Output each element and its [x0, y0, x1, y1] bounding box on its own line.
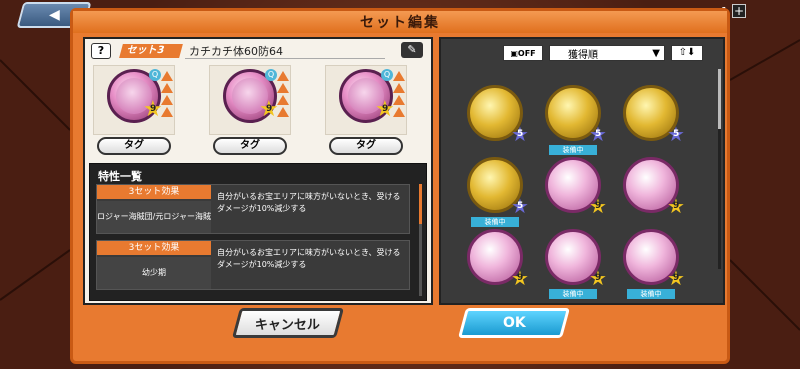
- medal-rank: 5: [673, 129, 680, 139]
- trait-description: 自分がいるお宝エリアに味方がいないとき、受けるダメージが10%減少する: [217, 192, 401, 213]
- help-button[interactable]: ?: [91, 43, 111, 59]
- badge-q-icon: Q: [265, 69, 277, 81]
- medal-rank: 9: [595, 201, 602, 211]
- badge-q-icon: Q: [381, 69, 393, 81]
- equipped-badge: 装備中: [627, 289, 675, 299]
- set-name: カチカチ体60防64: [189, 45, 283, 58]
- sort-value: 獲得順: [568, 49, 598, 61]
- name-underline: [185, 58, 385, 59]
- medal-rank: 9: [266, 104, 273, 114]
- medal-rank: 9: [150, 104, 157, 114]
- pencil-icon[interactable]: ✎: [401, 42, 423, 58]
- equipped-badge: 装備中: [471, 217, 519, 227]
- bookmark-icon: ▣: [510, 48, 518, 58]
- medal-rank: 9: [595, 273, 602, 283]
- triangle-icons: [393, 71, 407, 119]
- triangle-icons: [277, 71, 291, 119]
- traits-title: 特性一覧: [98, 170, 142, 183]
- chevron-down-icon: ▼: [652, 47, 660, 59]
- trait-description: 自分がいるお宝エリアに味方がいないとき、受けるダメージが10%減少する: [217, 248, 401, 269]
- medal-rank: 5: [517, 201, 524, 211]
- filter-toggle[interactable]: ▣ OFF: [503, 45, 543, 61]
- medal-slot-2[interactable]: Q ★ 9 タグ: [209, 65, 291, 159]
- sort-order-button[interactable]: ⇧⬇: [671, 45, 703, 61]
- trait-effect-label: 3セット効果: [97, 241, 211, 255]
- set-number-label: セット3: [119, 44, 183, 58]
- badge-q-icon: Q: [149, 69, 161, 81]
- window-title: セット編集: [360, 15, 440, 31]
- medal-rank: 9: [673, 201, 680, 211]
- medal-slot-1[interactable]: Q ★ 9 タグ: [93, 65, 175, 159]
- filter-bar: ▣ OFF 獲得順 ▼ ⇧⬇: [503, 43, 723, 63]
- medal-slot-3[interactable]: Q ★ 9 タグ: [325, 65, 407, 159]
- medal-rank: 9: [382, 104, 389, 114]
- triangle-icons: [161, 71, 175, 119]
- medal-list-panel: ▣ OFF 獲得順 ▼ ⇧⬇ ★ 5 ★ 5 装備中 ★ 5 ★ 5 装備中 ★…: [439, 37, 725, 305]
- set-panel: ? セット3 カチカチ体60防64 ✎ Q ★ 9 タグ Q ★ 9 タグ Q …: [83, 37, 433, 305]
- equipped-badge: 装備中: [549, 145, 597, 155]
- plus-icon[interactable]: +: [732, 4, 746, 18]
- tag-button[interactable]: タグ: [97, 137, 171, 155]
- cancel-label: キャンセル: [255, 317, 321, 333]
- tag-button[interactable]: タグ: [213, 137, 287, 155]
- filter-toggle-label: OFF: [517, 48, 536, 58]
- trait-group: 幼少期: [97, 257, 211, 289]
- medal-rank: 5: [517, 129, 524, 139]
- medal-rank: 9: [517, 273, 524, 283]
- back-arrow-icon: ◀: [48, 7, 60, 23]
- trait-effect-label: 3セット効果: [97, 185, 211, 199]
- traits-panel: 特性一覧 3セット効果 ロジャー海賊団/元ロジャー海賊団 自分がいるお宝エリアに…: [89, 163, 427, 301]
- title-bar: セット編集: [73, 11, 727, 33]
- trait-row: 3セット効果 幼少期 自分がいるお宝エリアに味方がいないとき、受けるダメージが1…: [96, 240, 410, 290]
- set-edit-window: セット編集 ? セット3 カチカチ体60防64 ✎ Q ★ 9 タグ Q ★ 9…: [70, 8, 730, 364]
- ok-button[interactable]: OK: [457, 308, 571, 338]
- traits-scroll-thumb[interactable]: [419, 184, 422, 224]
- tag-button[interactable]: タグ: [329, 137, 403, 155]
- medal-rank: 5: [595, 129, 602, 139]
- medal-list-scroll-thumb[interactable]: [718, 69, 721, 129]
- cancel-button[interactable]: キャンセル: [231, 308, 345, 338]
- equipped-badge: 装備中: [549, 289, 597, 299]
- ok-label: OK: [502, 315, 526, 331]
- trait-row: 3セット効果 ロジャー海賊団/元ロジャー海賊団 自分がいるお宝エリアに味方がいな…: [96, 184, 410, 253]
- trait-group: ロジャー海賊団/元ロジャー海賊団: [97, 201, 211, 253]
- medal-rank: 9: [673, 273, 680, 283]
- sort-select[interactable]: 獲得順 ▼: [549, 45, 665, 61]
